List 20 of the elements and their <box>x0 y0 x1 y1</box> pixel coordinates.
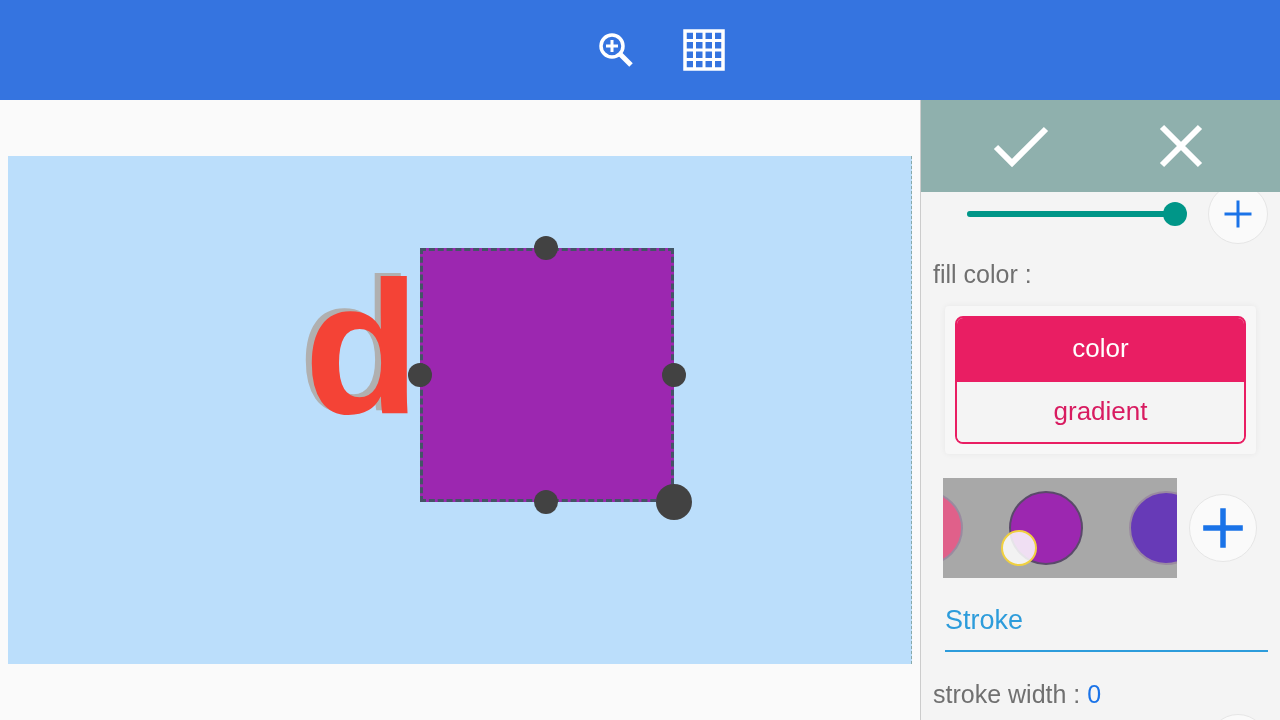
stroke-width-value: 0 <box>1087 679 1102 710</box>
canvas-text[interactable]: d <box>304 252 421 442</box>
plus-icon <box>1201 505 1245 550</box>
stroke-width-label: stroke width : <box>933 679 1082 710</box>
resize-handle[interactable] <box>662 363 686 387</box>
color-swatch-strip[interactable] <box>943 477 1177 578</box>
resize-handle[interactable] <box>656 484 692 520</box>
selection-ring <box>1001 529 1037 566</box>
add-button[interactable] <box>1208 192 1268 244</box>
resize-handle[interactable] <box>534 236 558 260</box>
opacity-slider[interactable] <box>967 202 1187 226</box>
fill-mode-tab[interactable]: gradient <box>957 379 1244 442</box>
grid-icon[interactable] <box>682 28 726 72</box>
resize-handle[interactable] <box>534 490 558 514</box>
fill-color-label: fill color : <box>932 259 1033 290</box>
stroke-tab[interactable]: Stroke <box>945 599 1268 652</box>
drawing-canvas[interactable]: d <box>8 156 912 664</box>
resize-handle[interactable] <box>408 363 432 387</box>
fill-mode-tab[interactable]: color <box>957 317 1244 380</box>
plus-icon <box>1223 199 1253 229</box>
